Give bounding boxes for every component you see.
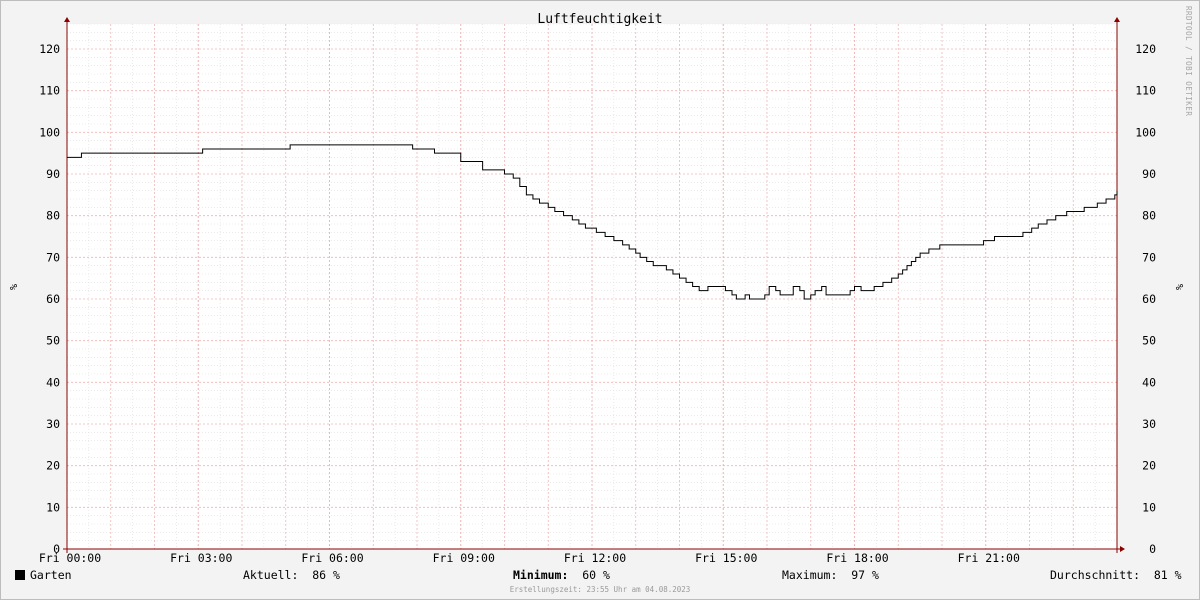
y-tick-label-right: 60 [1142, 292, 1156, 306]
rrdtool-watermark: RRDTOOL / TOBI OETIKER [1184, 6, 1193, 117]
y-tick-label-right: 110 [1135, 84, 1156, 98]
left-axis-arrow [64, 17, 70, 22]
legend-series-name: Garten [30, 568, 72, 582]
x-axis-arrow [1120, 546, 1125, 552]
y-tick-label-right: 0 [1149, 542, 1156, 556]
y-tick-label-right: 90 [1142, 167, 1156, 181]
left-y-axis-label: % [7, 284, 18, 290]
y-tick-label-left: 10 [46, 500, 60, 514]
legend-aktuell: Aktuell: 86 % [243, 568, 340, 582]
minimum-label: Minimum: [513, 568, 569, 582]
minimum-value: 60 % [582, 568, 610, 582]
y-tick-label-left: 100 [39, 125, 60, 139]
y-tick-label-right: 70 [1142, 250, 1156, 264]
y-tick-label-right: 30 [1142, 417, 1156, 431]
x-tick-label: Fri 00:00 [39, 551, 101, 565]
y-tick-label-left: 110 [39, 84, 60, 98]
x-tick-label: Fri 09:00 [433, 551, 495, 565]
y-tick-label-left: 30 [46, 417, 60, 431]
chart-title: Luftfeuchtigkeit [537, 12, 662, 27]
y-tick-label-right: 100 [1135, 125, 1156, 139]
right-axis-arrow [1114, 17, 1120, 22]
durchschnitt-label: Durchschnitt: [1050, 568, 1141, 582]
humidity-chart: 0 010 1020 2030 3040 4050 5060 6070 7080 8090 9010… [7, 12, 1184, 565]
y-tick-label-left: 50 [46, 334, 60, 348]
y-tick-label-left: 40 [46, 375, 60, 389]
y-tick-label-right: 120 [1135, 42, 1156, 56]
y-tick-label-left: 20 [46, 459, 60, 473]
durchschnitt-value: 81 % [1153, 568, 1182, 582]
x-tick-label: Fri 15:00 [695, 551, 757, 565]
right-y-axis-label: % [1173, 284, 1184, 290]
y-tick-label-left: 60 [46, 292, 60, 306]
x-tick-label: Fri 03:00 [170, 551, 232, 565]
legend-durchschnitt: Durchschnitt: 81 % [1050, 568, 1182, 582]
x-tick-label: Fri 18:00 [826, 551, 888, 565]
x-tick-label: Fri 06:00 [301, 551, 363, 565]
y-tick-label-left: 120 [39, 42, 60, 56]
maximum-label: Maximum: [782, 568, 838, 582]
legend-swatch-garten [15, 570, 25, 580]
aktuell-value: 86 % [312, 568, 340, 582]
y-tick-label-right: 20 [1142, 459, 1156, 473]
y-tick-label-left: 90 [46, 167, 60, 181]
aktuell-label: Aktuell: [243, 568, 299, 582]
y-tick-label-right: 80 [1142, 209, 1156, 223]
maximum-value: 97 % [851, 568, 879, 582]
y-tick-label-left: 70 [46, 250, 60, 264]
y-tick-label-right: 10 [1142, 500, 1156, 514]
y-tick-label-right: 50 [1142, 334, 1156, 348]
legend-minimum: Minimum: 60 % [513, 568, 610, 582]
plot-area [67, 24, 1117, 549]
x-tick-label: Fri 21:00 [958, 551, 1020, 565]
legend-maximum: Maximum: 97 % [782, 568, 879, 582]
x-tick-label: Fri 12:00 [564, 551, 626, 565]
creation-timestamp: Erstellungszeit: 23:55 Uhr am 04.08.2023 [509, 585, 691, 594]
y-tick-label-left: 80 [46, 209, 60, 223]
y-tick-label-right: 40 [1142, 375, 1156, 389]
